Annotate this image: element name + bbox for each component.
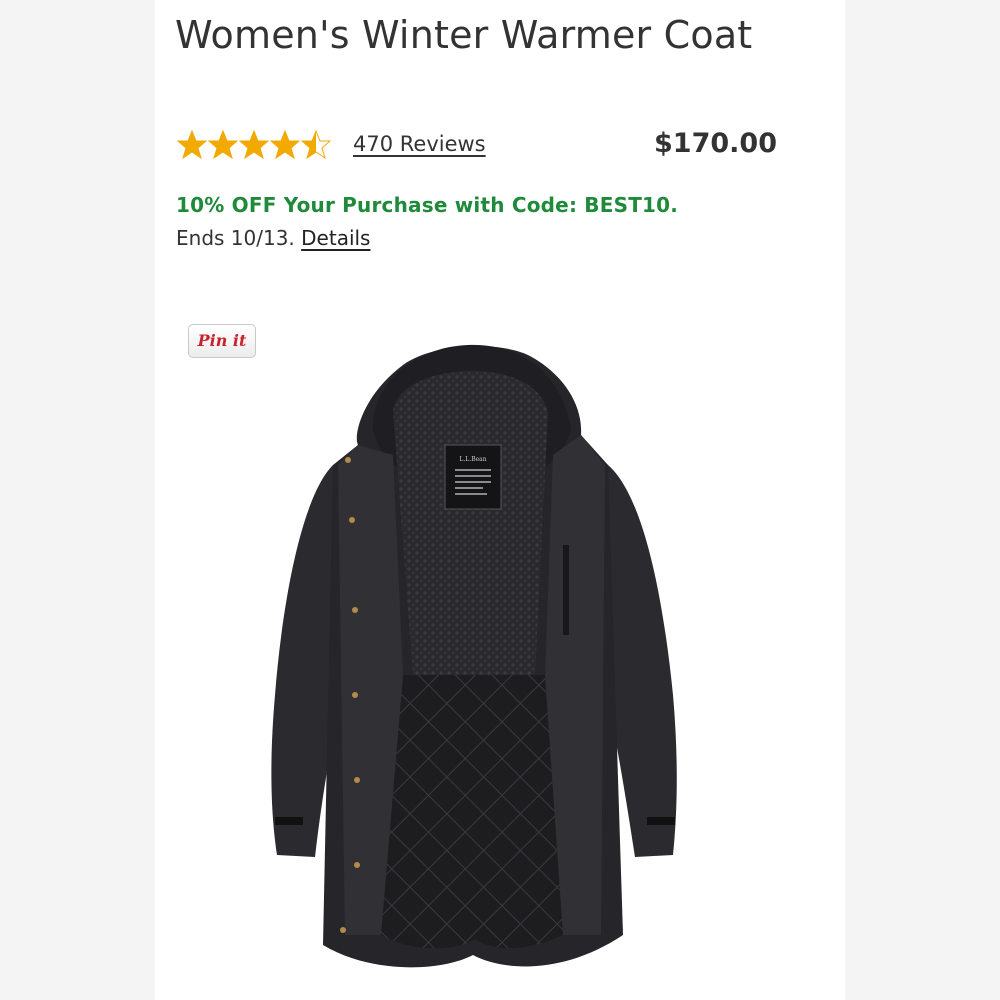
coat-left-cuff-tab: [275, 817, 303, 825]
star-icon: [270, 130, 300, 160]
coat-quilted-lining: [381, 675, 563, 949]
promo-details-link[interactable]: Details: [301, 226, 370, 250]
star-icon: [239, 130, 269, 160]
pin-it-button[interactable]: Pin it: [188, 324, 256, 358]
product-title: Women's Winter Warmer Coat: [175, 13, 753, 57]
star-icon: [301, 130, 331, 160]
promo-ends-line: Ends 10/13. Details: [176, 226, 370, 250]
product-page: Women's Winter Warmer Coat 470 Reviews $…: [155, 0, 845, 1000]
star-icon: [208, 130, 238, 160]
coat-right-cuff-tab: [647, 817, 675, 825]
promo-ends-text: Ends 10/13.: [176, 226, 295, 250]
promo-headline: 10% OFF Your Purchase with Code: BEST10.: [176, 193, 679, 217]
reviews-link[interactable]: 470 Reviews: [353, 132, 486, 156]
product-price: $170.00: [654, 128, 777, 159]
product-image[interactable]: L.L.Bean: [263, 335, 693, 975]
star-rating[interactable]: [177, 130, 337, 162]
coat-pocket: [563, 545, 569, 635]
rating-row: 470 Reviews $170.00: [177, 126, 787, 170]
star-icon: [177, 130, 207, 160]
svg-text:L.L.Bean: L.L.Bean: [459, 456, 486, 463]
coat-fleece-lining: [393, 371, 548, 675]
